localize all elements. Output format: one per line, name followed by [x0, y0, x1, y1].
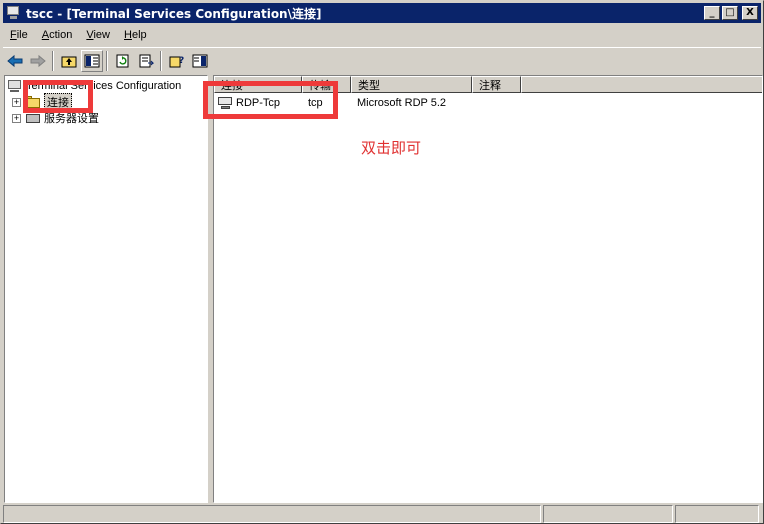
list-header: 连接 传输 类型 注释: [214, 76, 762, 93]
results-list-pane[interactable]: 连接 传输 类型 注释 RDP-Tcp tcp Microsoft RDP 5.…: [213, 75, 763, 503]
toolbar: ?: [3, 47, 761, 73]
status-cell-3: [675, 505, 759, 523]
menu-view-label: iew: [93, 29, 110, 41]
menu-file[interactable]: File: [3, 29, 35, 41]
toolbar-separator: [106, 50, 108, 71]
close-icon: X: [746, 7, 754, 18]
toolbar-separator: [52, 50, 54, 71]
refresh-icon: [116, 54, 129, 67]
terminal-services-icon: [7, 79, 23, 93]
export-list-icon: [139, 54, 154, 67]
help-button[interactable]: ?: [166, 50, 188, 72]
tree-root[interactable]: Terminal Services Configuration: [7, 78, 181, 94]
menu-file-label: ile: [16, 29, 28, 41]
export-list-button[interactable]: [135, 50, 157, 72]
tree-item-label: 服务器设置: [44, 113, 99, 125]
forward-arrow-icon: [30, 54, 46, 67]
maximize-icon: □: [725, 7, 735, 18]
minimize-icon: _: [709, 7, 715, 18]
list-row-rdp-tcp[interactable]: RDP-Tcp tcp Microsoft RDP 5.2: [214, 94, 762, 112]
minimize-button[interactable]: _: [704, 6, 720, 20]
column-header-filler: [521, 76, 762, 93]
folder-icon: [25, 96, 41, 108]
expand-icon[interactable]: +: [12, 97, 21, 107]
menu-bar: File Action View Help: [3, 25, 761, 45]
server-settings-icon: [25, 112, 41, 124]
show-hide-tree-icon: [84, 54, 100, 67]
close-button[interactable]: X: [742, 6, 758, 20]
menu-help-mnemonic: H: [124, 29, 132, 41]
tree-item-server-settings[interactable]: + 服务器设置: [12, 110, 99, 126]
cell-transport: tcp: [308, 97, 323, 109]
back-arrow-icon: [7, 54, 23, 67]
status-cell-main: [3, 505, 541, 523]
action-pane-button[interactable]: [189, 50, 211, 72]
back-button[interactable]: [4, 50, 26, 72]
annotation-text: 双击即可: [361, 139, 422, 157]
terminal-services-app-icon: [6, 5, 22, 21]
column-header-comment[interactable]: 注释: [472, 76, 521, 93]
refresh-button[interactable]: [112, 50, 134, 72]
cell-type: Microsoft RDP 5.2: [357, 97, 447, 109]
menu-action-mnemonic: A: [41, 29, 50, 41]
forward-button[interactable]: [27, 50, 49, 72]
title-bar[interactable]: tscc - [Terminal Services Configuration\…: [3, 3, 761, 23]
help-icon: ?: [169, 56, 184, 67]
window-title: tscc - [Terminal Services Configuration\…: [26, 6, 322, 21]
menu-file-mnemonic: F: [10, 29, 17, 41]
status-bar: [3, 505, 761, 523]
menu-help[interactable]: Help: [117, 29, 154, 41]
cell-connection: RDP-Tcp: [214, 96, 302, 110]
column-header-transport[interactable]: 传输: [302, 76, 351, 93]
column-header-connection[interactable]: 连接: [214, 76, 302, 93]
tree-root-label: Terminal Services Configuration: [26, 80, 182, 92]
maximize-button[interactable]: □: [722, 6, 738, 20]
svg-text:?: ?: [179, 56, 184, 66]
menu-action-label: ction: [49, 29, 73, 41]
toolbar-separator: [160, 50, 162, 71]
status-cell-2: [543, 505, 673, 523]
menu-view[interactable]: View: [79, 29, 117, 41]
expand-icon[interactable]: +: [12, 113, 21, 123]
column-header-type[interactable]: 类型: [351, 76, 472, 93]
tree-item-connections[interactable]: + 连接: [12, 93, 72, 111]
tree-item-label: 连接: [44, 93, 72, 111]
up-folder-icon: [61, 56, 77, 67]
up-one-level-button[interactable]: [58, 50, 80, 72]
connection-name: RDP-Tcp: [236, 97, 281, 109]
console-tree-pane[interactable]: Terminal Services Configuration + 连接 + 服…: [4, 75, 208, 503]
rdp-connection-icon: [218, 96, 234, 110]
properties-pane-icon: [192, 54, 208, 67]
menu-action[interactable]: Action: [35, 29, 80, 41]
show-hide-tree-button[interactable]: [81, 49, 103, 72]
menu-help-label: elp: [131, 29, 147, 41]
app-window: tscc - [Terminal Services Configuration\…: [0, 0, 764, 524]
